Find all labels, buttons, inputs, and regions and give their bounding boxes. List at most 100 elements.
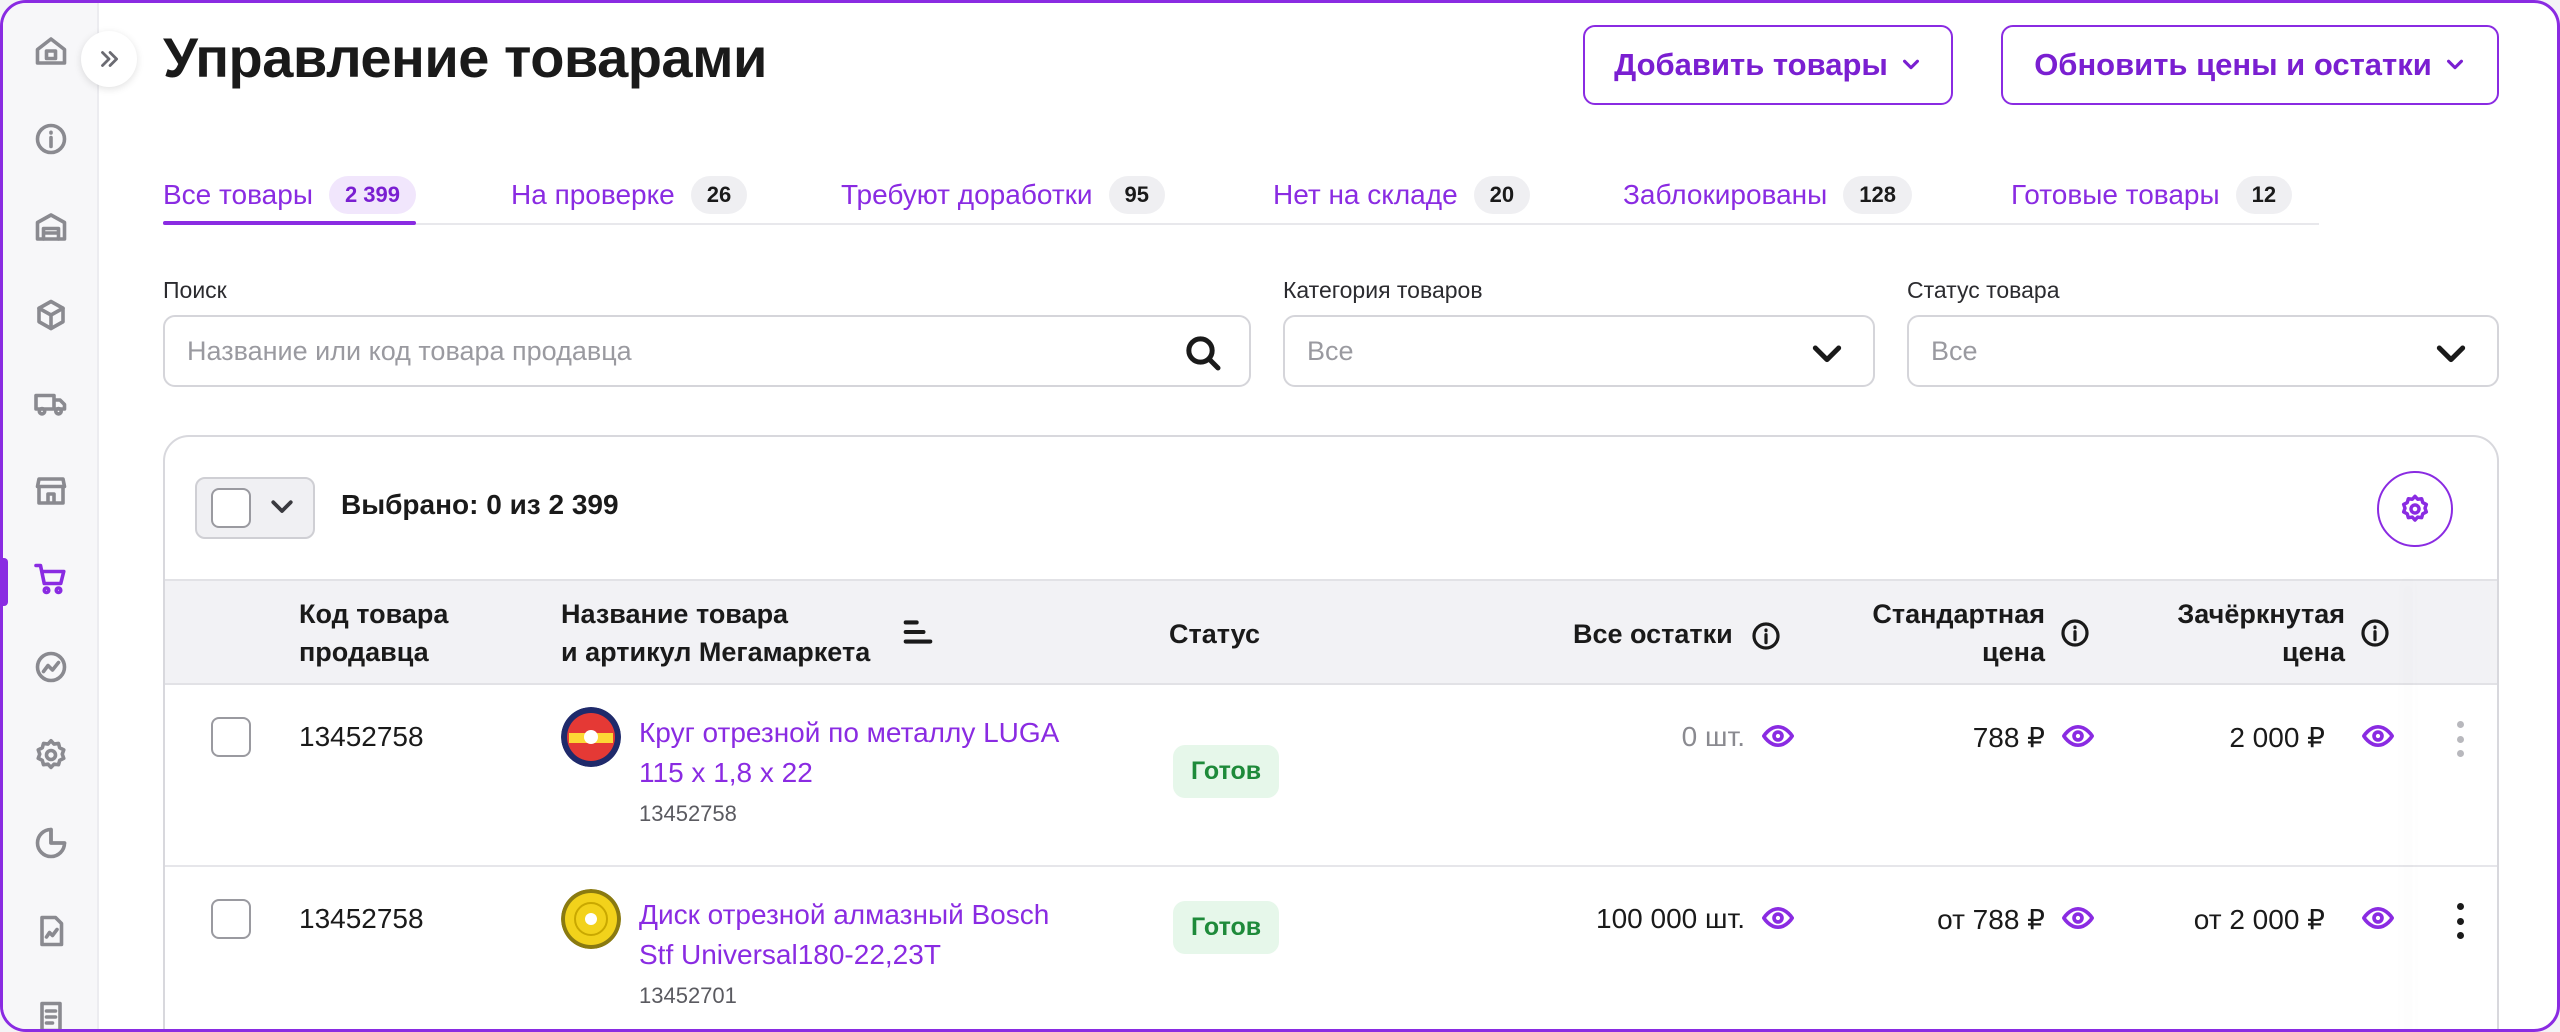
- info-icon[interactable]: [1750, 620, 1782, 652]
- table-settings-button[interactable]: [2377, 471, 2453, 547]
- tab-on-review[interactable]: На проверке 26: [511, 167, 748, 223]
- search-placeholder: Название или код товара продавца: [187, 335, 632, 366]
- tab-ready-products[interactable]: Готовые товары 12: [2011, 167, 2293, 223]
- table-row[interactable]: 13452758 Круг отрезной по металлу LUGA 1…: [165, 685, 2497, 867]
- seller-code: 13452758: [299, 721, 424, 752]
- status-badge: Готов: [1173, 745, 1280, 798]
- category-label: Категория товаров: [1283, 277, 1483, 303]
- tab-label: Нет на складе: [1273, 179, 1458, 210]
- page-title: Управление товарами: [163, 26, 767, 89]
- tab-count-badge: 26: [690, 176, 748, 214]
- tab-count-badge: 2 399: [328, 176, 417, 214]
- product-name-link[interactable]: Диск отрезной алмазный Bosch Stf Univers…: [639, 895, 1119, 975]
- eye-icon[interactable]: [1761, 719, 1795, 753]
- eye-icon[interactable]: [2361, 719, 2395, 753]
- product-thumbnail[interactable]: [561, 707, 621, 767]
- product-name-line: 115 х 1,8 х 22: [639, 757, 813, 788]
- header-standard-price[interactable]: Стандартная цена: [1855, 595, 2045, 671]
- chevron-down-icon: [1807, 333, 1847, 373]
- header-product-name[interactable]: Название товара и артикул Мегамаркета: [561, 595, 870, 671]
- strikethrough-price-value: 2 000 ₽: [2229, 722, 2325, 753]
- more-actions-icon[interactable]: [2455, 903, 2465, 939]
- chevron-down-icon: [2444, 47, 2466, 83]
- info-icon[interactable]: [31, 119, 71, 159]
- row-checkbox[interactable]: [211, 717, 251, 757]
- marketplace-article: 13452701: [639, 983, 737, 1008]
- report-icon[interactable]: [31, 911, 71, 951]
- header-text: цена: [1982, 637, 2045, 667]
- pie-chart-icon[interactable]: [31, 823, 71, 863]
- standard-price-value: 788 ₽: [1972, 722, 2045, 753]
- product-name-link[interactable]: Круг отрезной по металлу LUGA 115 х 1,8 …: [639, 713, 1119, 793]
- product-name-line: Диск отрезной алмазный Bosch: [639, 899, 1050, 930]
- tab-blocked[interactable]: Заблокированы 128: [1623, 167, 1912, 223]
- tab-label: На проверке: [511, 179, 675, 210]
- update-prices-button[interactable]: Обновить цены и остатки: [2001, 25, 2499, 105]
- store-icon[interactable]: [31, 471, 71, 511]
- double-chevron-right-icon: [101, 51, 118, 67]
- table-header: Код товара продавца Название товара и ар…: [165, 579, 2497, 685]
- app-window: Управление товарами Добавить товары Обно…: [0, 0, 2560, 1032]
- warehouse-icon[interactable]: [31, 207, 71, 247]
- status-tabs: Все товары 2 399 На проверке 26 Требуют …: [163, 167, 2319, 225]
- bulk-select-control[interactable]: [195, 477, 315, 539]
- tab-label: Заблокированы: [1623, 179, 1828, 210]
- cart-icon[interactable]: [31, 559, 71, 599]
- sticky-column-divider: [2413, 579, 2415, 1029]
- marketplace-article: 13452758: [639, 801, 737, 826]
- more-actions-icon[interactable]: [2455, 721, 2465, 757]
- box-icon[interactable]: [31, 295, 71, 335]
- sidebar: [3, 3, 99, 1029]
- sort-icon[interactable]: [901, 617, 935, 652]
- tab-label: Все товары: [163, 179, 313, 210]
- tab-count-badge: 95: [1108, 176, 1166, 214]
- add-products-button[interactable]: Добавить товары: [1583, 25, 1953, 105]
- tab-out-of-stock[interactable]: Нет на складе 20: [1273, 167, 1531, 223]
- add-products-label: Добавить товары: [1614, 47, 1888, 82]
- header-text: и артикул Мегамаркета: [561, 637, 871, 667]
- info-icon[interactable]: [2359, 617, 2391, 649]
- tab-label: Готовые товары: [2011, 179, 2220, 210]
- strikethrough-price-value: от 2 000 ₽: [2193, 904, 2325, 935]
- home-icon[interactable]: [31, 31, 71, 71]
- tab-label: Требуют доработки: [841, 179, 1093, 210]
- selected-count: Выбрано: 0 из 2 399: [341, 489, 619, 520]
- status-value: Все: [1931, 335, 1978, 366]
- tab-all-products[interactable]: Все товары 2 399: [163, 167, 417, 225]
- product-name-line: Stf Universal180-22,23T: [639, 939, 941, 970]
- header-seller-code[interactable]: Код товара продавца: [299, 595, 448, 671]
- product-thumbnail[interactable]: [561, 889, 621, 949]
- eye-icon[interactable]: [2061, 719, 2095, 753]
- search-icon[interactable]: [1183, 333, 1223, 373]
- status-badge: Готов: [1173, 901, 1280, 954]
- search-input[interactable]: Название или код товара продавца: [163, 315, 1251, 387]
- status-select[interactable]: Все: [1907, 315, 2499, 387]
- tab-count-badge: 128: [1843, 176, 1912, 214]
- eye-icon[interactable]: [1761, 901, 1795, 935]
- sidebar-expand-button[interactable]: [81, 31, 137, 87]
- header-text: Код товара: [299, 599, 449, 629]
- tab-needs-revision[interactable]: Требуют доработки 95: [841, 167, 1166, 223]
- eye-icon[interactable]: [2061, 901, 2095, 935]
- seller-code: 13452758: [299, 903, 424, 934]
- header-strikethrough-price[interactable]: Зачёркнутая цена: [2145, 595, 2345, 671]
- table-row[interactable]: 13452758 Диск отрезной алмазный Bosch St…: [165, 867, 2497, 1029]
- gear-icon: [2401, 494, 2429, 522]
- settings-icon[interactable]: [31, 735, 71, 775]
- header-text: Название товара: [561, 599, 789, 629]
- header-all-stock[interactable]: Все остатки: [1573, 615, 1782, 653]
- select-all-checkbox[interactable]: [211, 488, 251, 528]
- info-icon[interactable]: [2059, 617, 2091, 649]
- products-table-card: Выбрано: 0 из 2 399 Код товара продавца …: [163, 435, 2499, 1029]
- analytics-icon[interactable]: [31, 647, 71, 687]
- row-checkbox[interactable]: [211, 899, 251, 939]
- header-text: продавца: [299, 637, 429, 667]
- eye-icon[interactable]: [2361, 901, 2395, 935]
- category-select[interactable]: Все: [1283, 315, 1875, 387]
- document-icon[interactable]: [31, 997, 71, 1029]
- update-prices-label: Обновить цены и остатки: [2034, 47, 2432, 82]
- truck-icon[interactable]: [31, 383, 71, 423]
- chevron-down-icon[interactable]: [267, 491, 297, 526]
- header-status[interactable]: Статус: [1169, 615, 1260, 653]
- status-label: Статус товара: [1907, 277, 2060, 303]
